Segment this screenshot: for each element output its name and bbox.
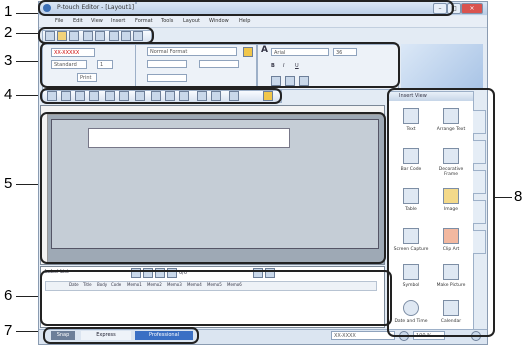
leader-5 <box>16 184 39 185</box>
menu-item-layout[interactable]: Layout <box>183 18 200 24</box>
highlight-status-modes <box>43 327 199 344</box>
brand-banner <box>401 44 483 88</box>
menu-item-tools[interactable]: Tools <box>161 18 173 24</box>
callout-1: 1 <box>4 3 13 20</box>
leader-4 <box>16 95 39 96</box>
leader-8 <box>494 197 512 198</box>
menu-item-view[interactable]: View <box>91 18 103 24</box>
menu-item-file[interactable]: File <box>55 18 63 24</box>
menu-item-help[interactable]: Help <box>239 18 250 24</box>
close-button[interactable]: × <box>461 3 483 14</box>
menu-item-edit[interactable]: Edit <box>73 18 83 24</box>
leader-1 <box>16 13 39 14</box>
highlight-title <box>38 0 454 16</box>
callout-4: 4 <box>4 86 13 103</box>
highlight-draw-toolbar <box>40 88 282 104</box>
leader-2 <box>16 33 38 34</box>
callout-8: 8 <box>514 188 523 205</box>
callout-6: 6 <box>4 287 13 304</box>
callout-7: 7 <box>4 322 13 339</box>
menu-item-insert[interactable]: Insert <box>111 18 125 24</box>
menu-item-format[interactable]: Format <box>135 18 153 24</box>
highlight-layout-window <box>40 112 386 264</box>
menu-item-window[interactable]: Window <box>209 18 229 24</box>
callout-5: 5 <box>4 175 13 192</box>
highlight-property-panels <box>40 42 400 88</box>
callout-2: 2 <box>4 24 13 41</box>
callout-3: 3 <box>4 52 13 69</box>
highlight-sidebar <box>387 88 495 337</box>
highlight-database-window <box>40 270 392 326</box>
printer-select[interactable]: XX-XXXX <box>331 331 395 340</box>
